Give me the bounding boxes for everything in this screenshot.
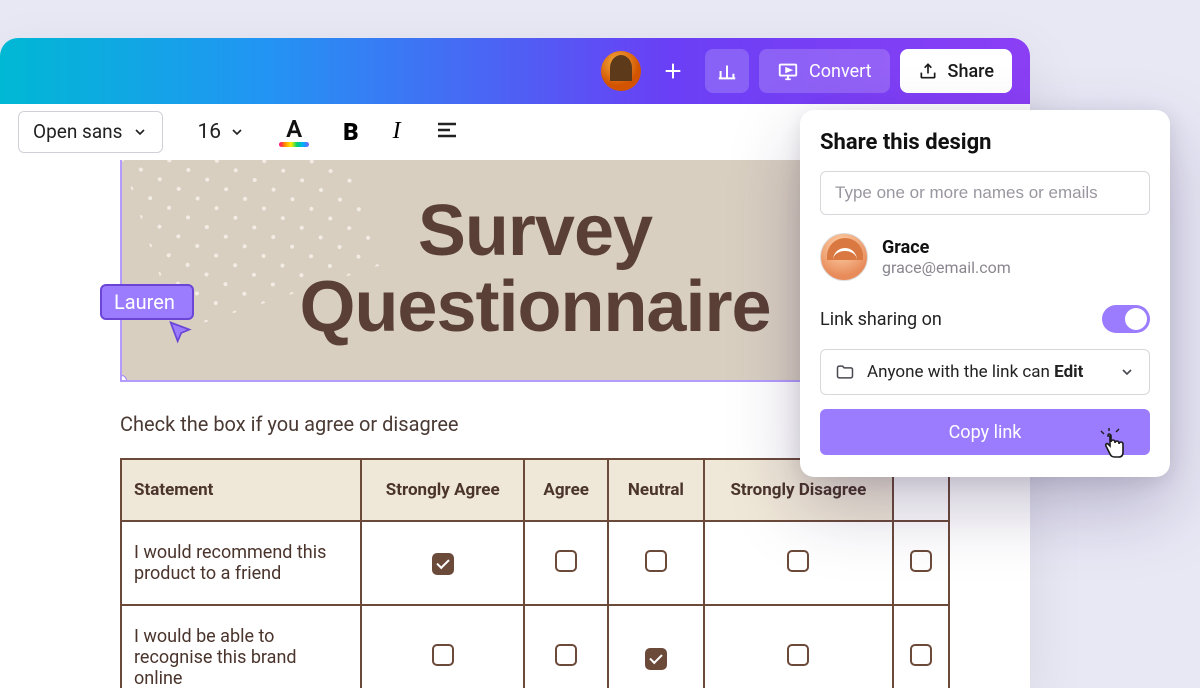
chevron-down-icon <box>132 124 148 140</box>
checkbox-cell <box>524 521 608 605</box>
table-header: Neutral <box>608 459 704 521</box>
share-label: Share <box>948 61 994 82</box>
add-button[interactable] <box>651 49 695 93</box>
share-panel-title: Share this design <box>820 130 1150 155</box>
checkbox-cell <box>608 605 704 688</box>
convert-label: Convert <box>809 61 872 82</box>
checkbox-cell <box>608 521 704 605</box>
rainbow-underline-icon <box>279 142 309 147</box>
bold-button[interactable]: B <box>343 118 359 146</box>
italic-button[interactable]: I <box>393 118 401 145</box>
upload-icon <box>918 61 938 81</box>
share-recipients-input[interactable] <box>820 171 1150 215</box>
font-family-select[interactable]: Open sans <box>18 111 163 153</box>
checkbox-cell <box>704 605 893 688</box>
table-header: Statement <box>121 459 361 521</box>
presentation-icon <box>777 60 799 82</box>
checkbox[interactable] <box>787 550 809 572</box>
selection-handle[interactable] <box>120 375 127 382</box>
checkbox[interactable] <box>432 553 454 575</box>
checkbox-cell <box>361 605 524 688</box>
chevron-down-icon <box>1119 364 1135 380</box>
checkbox[interactable] <box>910 644 932 666</box>
checkbox[interactable] <box>555 550 577 572</box>
link-permission-select[interactable]: Anyone with the link can Edit <box>820 349 1150 395</box>
checkbox[interactable] <box>555 644 577 666</box>
collaborator-avatar[interactable] <box>601 51 641 91</box>
collaborator-cursor-tag: Lauren <box>100 284 194 347</box>
table-row: I would recommend this product to a frie… <box>121 521 949 605</box>
shared-user-row: Grace grace@email.com <box>820 233 1150 281</box>
text-color-letter-icon: A <box>286 117 302 141</box>
top-bar: Convert Share <box>0 38 1030 104</box>
title-line-2: Questionnaire <box>299 267 770 347</box>
text-align-button[interactable] <box>435 118 459 146</box>
survey-table: StatementStrongly AgreeAgreeNeutralStron… <box>120 458 950 688</box>
table-row: I would be able to recognise this brand … <box>121 605 949 688</box>
font-size-value: 16 <box>197 120 221 144</box>
title-line-1: Survey <box>418 191 652 271</box>
chevron-down-icon <box>229 124 245 140</box>
collaborator-name-label: Lauren <box>100 284 194 320</box>
checkbox-cell <box>524 605 608 688</box>
align-left-icon <box>435 118 459 142</box>
statement-cell[interactable]: I would recommend this product to a frie… <box>121 521 361 605</box>
checkbox[interactable] <box>787 644 809 666</box>
user-avatar <box>820 233 868 281</box>
share-button[interactable]: Share <box>900 49 1012 93</box>
statement-cell[interactable]: I would be able to recognise this brand … <box>121 605 361 688</box>
table-header: Agree <box>524 459 608 521</box>
folder-icon <box>835 362 855 382</box>
font-size-select[interactable]: 16 <box>197 120 245 144</box>
link-sharing-toggle[interactable] <box>1102 305 1150 333</box>
analytics-button[interactable] <box>705 49 749 93</box>
user-name: Grace <box>882 237 1011 258</box>
table-header: Strongly Agree <box>361 459 524 521</box>
text-color-button[interactable]: A <box>279 117 309 147</box>
checkbox[interactable] <box>432 644 454 666</box>
plus-icon <box>662 60 684 82</box>
share-panel: Share this design Grace grace@email.com … <box>800 110 1170 477</box>
checkbox-cell <box>704 521 893 605</box>
checkbox[interactable] <box>645 648 667 670</box>
pointer-hand-cursor-icon <box>1098 428 1128 466</box>
checkbox-cell <box>893 521 949 605</box>
link-sharing-label: Link sharing on <box>820 309 942 330</box>
checkbox-cell <box>893 605 949 688</box>
convert-button[interactable]: Convert <box>759 49 890 93</box>
copy-link-label: Copy link <box>949 422 1022 443</box>
font-family-value: Open sans <box>33 120 122 143</box>
permission-text: Anyone with the link can Edit <box>867 362 1083 382</box>
document-title[interactable]: Survey Questionnaire <box>299 194 770 345</box>
user-email: grace@email.com <box>882 258 1011 277</box>
cursor-pointer-icon <box>166 319 194 347</box>
checkbox-cell <box>361 521 524 605</box>
checkbox[interactable] <box>645 550 667 572</box>
bar-chart-icon <box>716 60 738 82</box>
checkbox[interactable] <box>910 550 932 572</box>
